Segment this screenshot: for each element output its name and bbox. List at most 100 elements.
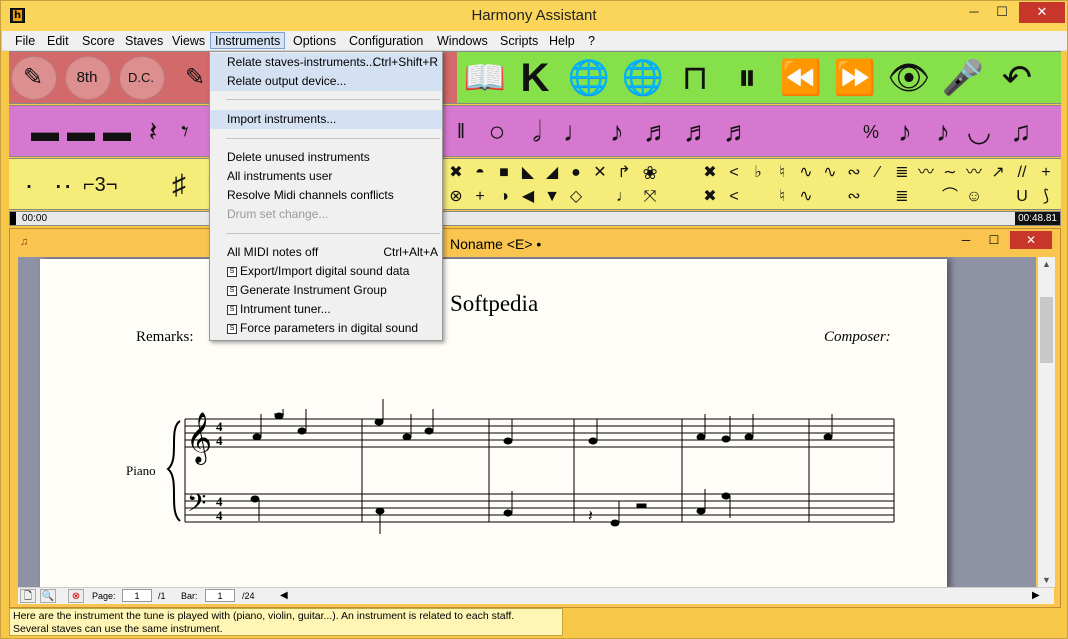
u-bow-icon[interactable]: U (1011, 186, 1033, 208)
menu-delete-unused-instruments[interactable]: Delete unused instruments (210, 148, 442, 167)
beam-icon[interactable]: ♫ (1005, 109, 1037, 155)
menu-options[interactable]: Options (289, 33, 340, 50)
menu-generate-instrument-group[interactable]: S Generate Instrument Group (210, 281, 442, 300)
vertical-scrollbar[interactable]: ▲ ▼ (1038, 257, 1055, 587)
quarter-rest-icon[interactable]: 𝄽 (137, 109, 169, 155)
diamond-icon[interactable]: ◇ (565, 186, 587, 208)
menu-configuration[interactable]: Configuration (345, 33, 427, 50)
gliss-icon[interactable]: ↗ (987, 162, 1009, 184)
menu-all-instruments-user[interactable]: All instruments user (210, 167, 442, 186)
score-canvas[interactable]: Softpedia Remarks: Composer: Piano 𝄞 𝄢 4… (18, 257, 1036, 587)
fast-forward-icon[interactable]: ⏩ (831, 55, 879, 101)
grace-note-icon[interactable]: ♪ (889, 109, 921, 155)
maximize-button[interactable]: ☐ (989, 2, 1015, 23)
score-page[interactable]: Softpedia Remarks: Composer: Piano 𝄞 𝄢 4… (40, 259, 947, 587)
double-dot-icon[interactable]: ·· (47, 162, 79, 208)
bar-input[interactable] (205, 589, 235, 602)
menu-drum-set-change[interactable]: Drum set change... (210, 205, 442, 224)
da-capo-icon[interactable]: D.C. (125, 55, 157, 101)
document-icon[interactable]: ♫ (20, 236, 32, 248)
globe-upload-icon[interactable]: 🌐 (619, 55, 667, 101)
scroll-left-arrow[interactable]: ◀ (280, 589, 288, 603)
book-icon[interactable]: 📖 (461, 55, 509, 101)
eye-icon[interactable]: 👁 (885, 55, 933, 101)
wedge-icon[interactable]: ◢ (541, 162, 563, 184)
expand-icon[interactable]: ⤧ (639, 186, 661, 208)
menu-windows[interactable]: Windows (433, 33, 492, 50)
trill-icon[interactable]: ∿ (795, 162, 817, 184)
jukebox-icon[interactable]: ⊓ (671, 55, 719, 101)
flag-icon[interactable]: ⟆ (1035, 186, 1057, 208)
fermata-icon[interactable]: ⌒ (939, 186, 961, 208)
mordent-alt-icon[interactable]: ∾ (843, 186, 865, 208)
record-icon[interactable]: ⊗ (68, 589, 84, 603)
scroll-thumb[interactable] (1040, 297, 1053, 363)
score-staff[interactable]: 𝄞 𝄢 4 4 4 4 𝄽 (40, 259, 947, 587)
accent-alt-icon[interactable]: < (723, 186, 745, 208)
page-input[interactable] (122, 589, 152, 602)
menu-resolve-midi-conflicts[interactable]: Resolve Midi channels conflicts (210, 186, 442, 205)
rest-icon[interactable]: ▬ (101, 109, 133, 155)
dot-icon[interactable]: · (13, 162, 45, 208)
accent-icon[interactable]: < (723, 162, 745, 184)
globe-download-icon[interactable]: 🌐 (565, 55, 613, 101)
cross-icon[interactable]: ✖ (445, 162, 467, 184)
octave-8th-icon[interactable]: 8th (71, 55, 103, 101)
sixteenth-note-icon[interactable]: ♬ (641, 109, 673, 155)
cross-mark-alt-icon[interactable]: ✖ (699, 186, 721, 208)
barline-icon[interactable]: ‖ (445, 109, 477, 155)
microphone-icon[interactable]: 🎤 (939, 55, 987, 101)
whole-rest-icon[interactable]: ▬ (29, 109, 61, 155)
quarter-icon[interactable]: ♩ (613, 186, 635, 208)
menu-views[interactable]: Views (168, 33, 209, 50)
karaoke-k-icon[interactable]: K (511, 55, 559, 101)
notehead-icon[interactable]: ● (565, 162, 587, 184)
half-circle-icon[interactable]: ◑ (493, 186, 515, 208)
quarter-note-icon[interactable]: ♩ (561, 109, 593, 155)
scroll-right-arrow[interactable]: ▶ (1032, 589, 1040, 603)
menu-export-import-sound[interactable]: S Export/Import digital sound data (210, 262, 442, 281)
natural-icon[interactable]: ♮ (771, 162, 793, 184)
tremolo-alt-icon[interactable]: ≣ (891, 186, 913, 208)
page-icon[interactable]: 🗋 (20, 589, 36, 603)
smile-icon[interactable]: ☺ (963, 186, 985, 208)
menu-relate-staves-instruments[interactable]: Relate staves-instruments... Ctrl+Shift+… (210, 53, 442, 72)
menu-scripts[interactable]: Scripts (496, 33, 542, 50)
circle-cross-icon[interactable]: ⊗ (445, 186, 467, 208)
menu-edit[interactable]: Edit (43, 33, 73, 50)
rewind-icon[interactable]: ⏪ (777, 55, 825, 101)
doc-minimize-button[interactable]: ─ (953, 231, 979, 249)
triplet-icon[interactable]: ⌐3¬ (83, 162, 117, 208)
left-triangle-icon[interactable]: ◀ (517, 186, 539, 208)
menu-relate-output-device[interactable]: Relate output device... (210, 72, 442, 91)
menu-staves[interactable]: Staves (121, 33, 167, 50)
wave-icon[interactable]: ∿ (819, 162, 841, 184)
menu-about[interactable]: ? (584, 33, 599, 50)
menu-import-instruments[interactable]: Import instruments... (210, 110, 442, 129)
scroll-down-arrow[interactable]: ▼ (1038, 573, 1055, 587)
playback-progress[interactable]: 00:00 00:48.81 (9, 211, 1061, 226)
sixtyfourth-note-icon[interactable]: ♬ (721, 109, 753, 155)
percent-icon[interactable]: % (855, 109, 887, 155)
eighth-note-icon[interactable]: ♪ (601, 109, 633, 155)
half-rest-icon[interactable]: ▬ (65, 109, 97, 155)
half-note-icon[interactable]: 𝅗𝅥 (521, 109, 553, 155)
vibrato-icon[interactable]: 〰 (915, 162, 937, 184)
cross-mark-icon[interactable]: ✖ (699, 162, 721, 184)
tilde-icon[interactable]: ∼ (939, 162, 961, 184)
tremolo-icon[interactable]: ≣ (891, 162, 913, 184)
plus-icon[interactable]: + (469, 186, 491, 208)
zoom-icon[interactable]: 🔍 (40, 589, 56, 603)
slash-icon[interactable]: ⁄ (867, 162, 889, 184)
minimize-button[interactable]: ─ (961, 2, 987, 23)
arch-icon[interactable]: ◓ (469, 162, 491, 184)
natural-alt-icon[interactable]: ♮ (771, 186, 793, 208)
undo-arrow-icon[interactable]: ↶ (993, 55, 1041, 101)
doc-maximize-button[interactable]: ☐ (981, 231, 1007, 249)
scroll-up-arrow[interactable]: ▲ (1038, 257, 1055, 271)
menu-force-parameters[interactable]: S Force parameters in digital sound (210, 319, 442, 338)
menu-instrument-tuner[interactable]: S Intrument tuner... (210, 300, 442, 319)
sharp-icon[interactable]: ♯ (163, 162, 195, 208)
pencil-alt-icon[interactable]: ✎ (179, 55, 211, 101)
menu-help[interactable]: Help (545, 33, 579, 50)
